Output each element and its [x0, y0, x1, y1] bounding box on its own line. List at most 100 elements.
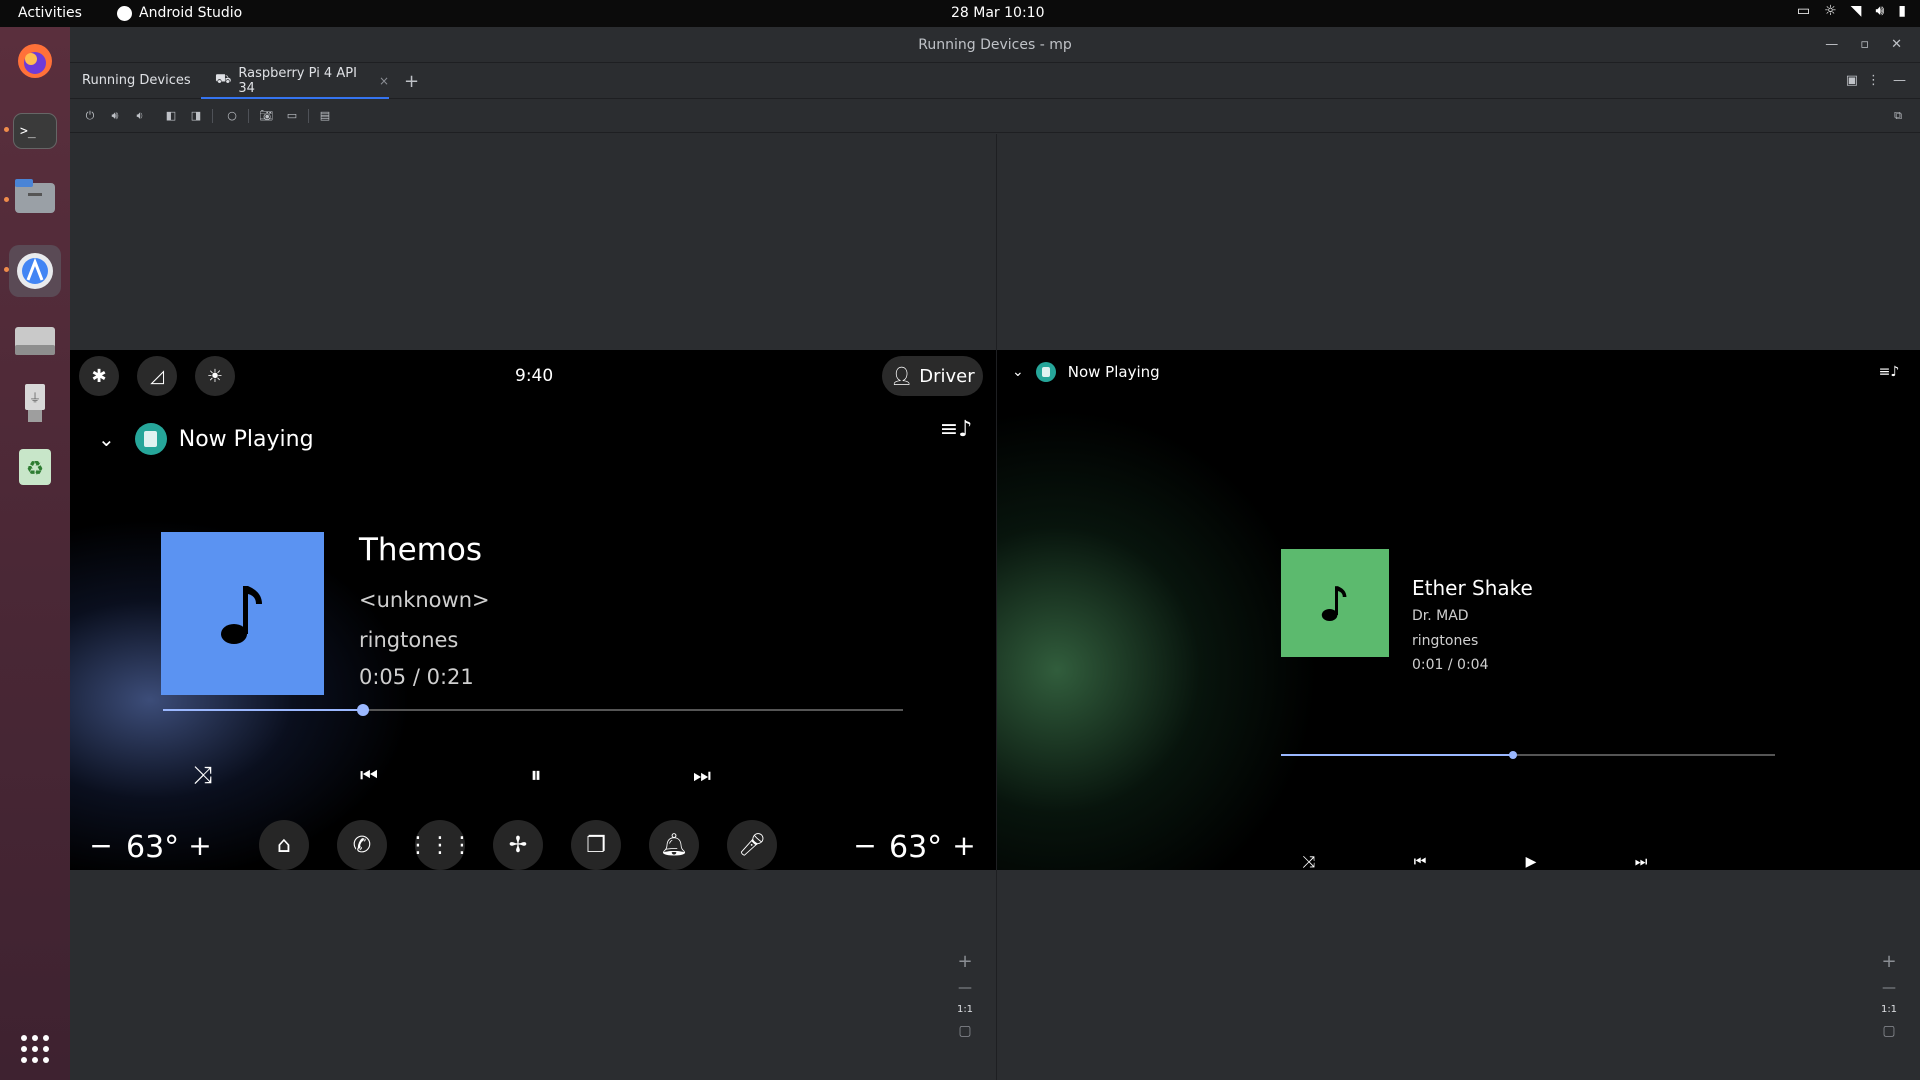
brightness-settings-icon[interactable]: ☀	[195, 356, 235, 396]
temp-right-increase[interactable]: +	[949, 825, 979, 865]
volume-down-icon[interactable]: 🔉︎	[132, 108, 148, 124]
bell-icon: 🔔︎	[660, 832, 688, 858]
zoom-in-button[interactable]: +	[957, 951, 972, 972]
car-icon: ⛟	[215, 72, 232, 87]
seek-bar[interactable]	[163, 704, 903, 716]
microphone-icon: 🎤︎	[738, 832, 766, 858]
device-frame-icon[interactable]: ▤	[317, 108, 333, 124]
media-app-icon	[134, 423, 167, 455]
queue-icon[interactable]: ≡♪	[1877, 360, 1901, 384]
screenshot-icon[interactable]: 📷︎	[258, 108, 274, 124]
play-icon[interactable]: ▶	[1516, 847, 1546, 870]
shuffle-icon[interactable]: ⤨	[183, 755, 223, 795]
fit-screen-icon[interactable]: ▢	[1882, 1023, 1895, 1039]
pause-icon[interactable]: ⏸︎	[516, 755, 556, 795]
home-button[interactable]: ⌂	[259, 820, 309, 870]
home-circle-icon[interactable]: ○	[224, 108, 240, 124]
chevron-down-icon[interactable]: ⌄	[1012, 364, 1024, 380]
trash-icon[interactable]: ♻	[13, 445, 57, 489]
window-titlebar: Running Devices - mp — ▫ ✕	[70, 27, 1920, 63]
drive-icon[interactable]	[13, 319, 57, 363]
show-apps-icon[interactable]	[13, 1027, 57, 1071]
voice-button[interactable]: 🎤︎	[727, 820, 777, 870]
driver-profile-button[interactable]: 👤︎ Driver	[882, 356, 983, 396]
layout-icon[interactable]: ▣	[1846, 73, 1858, 88]
fan-button[interactable]: ✢	[493, 820, 543, 870]
zoom-in-button[interactable]: +	[1881, 951, 1896, 972]
dock: >_ ⏚ ♻	[0, 27, 70, 1080]
music-note-icon	[220, 585, 262, 644]
phone-button[interactable]: ✆	[337, 820, 387, 870]
home-icon: ⌂	[277, 832, 291, 858]
volume-up-icon[interactable]: 🔊︎	[107, 108, 123, 124]
previous-icon[interactable]: ⏮︎	[349, 755, 389, 795]
zoom-controls-right: + — 1:1 ▢	[1876, 951, 1902, 1039]
zoom-out-button[interactable]: —	[1882, 980, 1896, 996]
signal-icon[interactable]: ◿	[137, 356, 177, 396]
temp-left-decrease[interactable]: −	[86, 825, 116, 865]
fan-icon: ✢	[508, 832, 528, 858]
wifi-icon[interactable]: ◥	[1851, 3, 1862, 19]
track-time-secondary: 0:01 / 0:04	[1412, 657, 1489, 673]
zoom-out-button[interactable]: —	[958, 980, 972, 996]
active-app-name: Android Studio	[139, 5, 243, 21]
music-note-icon	[1321, 586, 1347, 621]
zoom-controls-left: + — 1:1 ▢	[952, 951, 978, 1039]
chevron-down-icon[interactable]: ⌄	[98, 427, 115, 451]
mirror-settings-icon[interactable]: ⧉	[1890, 108, 1906, 124]
track-album-secondary: ringtones	[1412, 633, 1479, 649]
zoom-actual-size-button[interactable]: 1:1	[957, 1004, 973, 1015]
secondary-display[interactable]: ⌄ Now Playing ≡♪ Ether Shake Dr. MAD rin…	[997, 350, 1920, 870]
fit-screen-icon[interactable]: ▢	[958, 1023, 971, 1039]
add-device-button[interactable]: +	[404, 71, 419, 92]
previous-icon[interactable]: ⏮︎	[1405, 847, 1435, 870]
seek-bar-secondary[interactable]	[1281, 751, 1775, 759]
track-artist: <unknown>	[359, 588, 490, 612]
active-app-menu[interactable]: Android Studio	[117, 5, 242, 21]
device-toolbar: ⏻ 🔊︎ 🔉︎ ◧ ◨ ○ 📷︎ ▭ ▤ ⧉	[70, 100, 1920, 133]
volume-icon[interactable]: 🔊︎	[1875, 3, 1884, 19]
brightness-icon[interactable]: ☼	[1824, 3, 1837, 19]
bluetooth-icon[interactable]: ✱	[79, 356, 119, 396]
notifications-button[interactable]: 🔔︎	[649, 820, 699, 870]
system-top-bar: Activities Android Studio 28 Mar 10:10 ▭…	[0, 0, 1920, 27]
close-tab-icon[interactable]: ×	[379, 74, 389, 88]
screen-share-icon[interactable]: ▭	[1797, 3, 1810, 19]
next-icon[interactable]: ⏭︎	[1626, 847, 1656, 870]
shuffle-icon[interactable]: ⤨	[1294, 847, 1324, 870]
running-devices-title: Running Devices	[82, 73, 191, 88]
screen-record-icon[interactable]: ▭	[284, 108, 300, 124]
tool-window-tabs: Running Devices ⛟ Raspberry Pi 4 API 34 …	[70, 64, 1920, 99]
activities-button[interactable]: Activities	[18, 5, 82, 21]
album-art	[161, 532, 324, 695]
tab-raspberry-pi[interactable]: ⛟ Raspberry Pi 4 API 34 ×	[201, 64, 389, 99]
hide-panel-icon[interactable]: —	[1893, 73, 1906, 88]
battery-icon[interactable]: ▮	[1898, 3, 1906, 19]
more-options-icon[interactable]: ⋮	[1867, 73, 1880, 88]
queue-icon[interactable]: ≡♪	[940, 414, 972, 444]
terminal-icon[interactable]: >_	[13, 113, 57, 149]
temp-left-increase[interactable]: +	[185, 825, 215, 865]
maximize-icon[interactable]: ▫	[1860, 27, 1869, 63]
track-title-secondary: Ether Shake	[1412, 576, 1533, 600]
minimize-icon[interactable]: —	[1825, 27, 1838, 63]
recents-button[interactable]: ❐	[571, 820, 621, 870]
rotate-right-icon[interactable]: ◨	[188, 108, 204, 124]
android-studio-dock-icon[interactable]	[9, 245, 61, 297]
system-tray[interactable]: ▭ ☼ ◥ 🔊︎ ▮	[1797, 3, 1906, 19]
app-grid-button[interactable]: ⋮⋮⋮	[407, 820, 473, 870]
temp-right-decrease[interactable]: −	[850, 825, 880, 865]
rotate-left-icon[interactable]: ◧	[163, 108, 179, 124]
power-icon[interactable]: ⏻	[82, 108, 98, 124]
close-icon[interactable]: ✕	[1891, 27, 1902, 63]
zoom-actual-size-button[interactable]: 1:1	[1881, 1004, 1897, 1015]
primary-display[interactable]: ✱ ◿ ☀ 9:40 👤︎ Driver ⌄ Now Playing ≡♪ The…	[70, 350, 996, 870]
device-tab-label: Raspberry Pi 4 API 34	[238, 65, 357, 96]
track-title: Themos	[359, 532, 482, 568]
next-icon[interactable]: ⏭︎	[682, 755, 722, 795]
firefox-icon[interactable]	[13, 39, 57, 83]
files-icon[interactable]	[13, 175, 57, 219]
usb-drive-icon[interactable]: ⏚	[13, 382, 57, 426]
album-art-secondary	[1281, 549, 1389, 657]
clock[interactable]: 28 Mar 10:10	[951, 5, 1044, 21]
